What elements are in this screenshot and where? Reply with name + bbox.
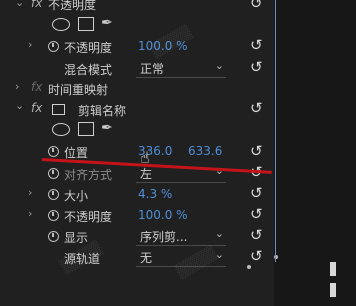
reset-icon[interactable]: ↺ [250,142,263,160]
reset-icon[interactable]: ↺ [250,58,263,76]
pen-icon[interactable]: ✒ [101,15,113,31]
opacity-row: › 不透明度 100.0 % ↺ [0,36,274,58]
position-y-value[interactable]: 633.6 [188,144,222,158]
time-remap-row[interactable]: › fx 时间重映射 [0,78,274,100]
reset-icon[interactable]: ↺ [250,226,263,244]
reset-icon[interactable]: ↺ [250,247,263,265]
chevron-down-icon: ⌄ [214,227,224,240]
rectangle-mask-icon[interactable] [78,122,94,136]
source-track-value: 无 [140,251,153,265]
reset-icon[interactable]: ↺ [250,184,263,202]
chevron-down-icon[interactable]: ⌄ [15,0,24,9]
mask-tools-row: ✒ [0,14,274,36]
fx-badge: fx [31,0,43,10]
fx-badge: fx [31,101,43,115]
clip-name-section-header[interactable]: ⌄ fx 剪辑名称 ↺ [0,99,274,121]
chevron-right-icon[interactable]: › [15,80,19,93]
section-title: 不透明度 [48,0,97,12]
time-remap-label: 时间重映射 [48,83,109,97]
opacity-label: 不透明度 [64,41,113,55]
end-marker-icon [330,283,336,297]
ellipse-mask-icon[interactable] [52,123,70,136]
fx-badge: fx [31,80,43,94]
opacity-value[interactable]: 100.0 % [138,208,188,222]
display-row: 显示 序列剪... ⌄ ↺ [0,226,274,248]
end-marker-icon [330,262,336,276]
stopwatch-icon[interactable] [48,210,59,221]
timeline-area[interactable] [247,0,356,306]
rectangle-mask-icon[interactable] [78,17,94,31]
effect-controls-panel: ⌄ fx 不透明度 ↺ ✒ › 不透明度 100.0 % ↺ 混合模式 正常 ⌄… [0,0,274,306]
chevron-down-icon[interactable]: ⌄ [15,99,24,112]
size-label: 大小 [64,189,89,203]
text-box-icon [52,104,65,115]
size-row: › 大小 4.3 % ↺ [0,184,274,206]
blend-mode-dropdown[interactable]: 正常 ⌄ [136,59,226,78]
stopwatch-icon[interactable] [48,189,59,200]
keyframe-dot-icon [247,265,251,269]
stopwatch-icon[interactable] [48,168,59,179]
display-label: 显示 [64,231,89,245]
playhead-line[interactable] [275,0,276,262]
reset-icon[interactable]: ↺ [250,0,263,12]
clip-name-label: 剪辑名称 [78,104,127,118]
ellipse-mask-icon[interactable] [52,18,70,31]
blend-mode-row: 混合模式 正常 ⌄ ↺ [0,58,274,80]
blend-mode-value: 正常 [140,62,165,76]
alignment-value: 左 [140,167,153,181]
stopwatch-icon[interactable] [48,231,59,242]
source-track-row: 源轨道 无 ⌄ ↺ [0,247,274,269]
display-dropdown[interactable]: 序列剪... ⌄ [136,227,226,246]
pen-icon[interactable]: ✒ [101,120,113,136]
stopwatch-icon[interactable] [48,146,59,157]
display-value: 序列剪... [140,230,188,244]
size-value[interactable]: 4.3 % [138,187,172,201]
stopwatch-icon[interactable] [48,41,59,52]
reset-icon[interactable]: ↺ [250,36,263,54]
opacity-row: › 不透明度 100.0 % ↺ [0,205,274,227]
blend-mode-label: 混合模式 [64,63,113,77]
reset-icon[interactable]: ↺ [250,99,263,117]
chevron-right-icon[interactable]: › [28,207,32,220]
alignment-label: 对齐方式 [64,168,113,182]
chevron-down-icon: ⌄ [214,59,224,72]
mask-tools-row: ✒ [0,119,274,141]
chevron-right-icon[interactable]: › [28,38,32,51]
chevron-right-icon[interactable]: › [28,186,32,199]
opacity-label: 不透明度 [64,210,113,224]
reset-icon[interactable]: ↺ [250,205,263,223]
